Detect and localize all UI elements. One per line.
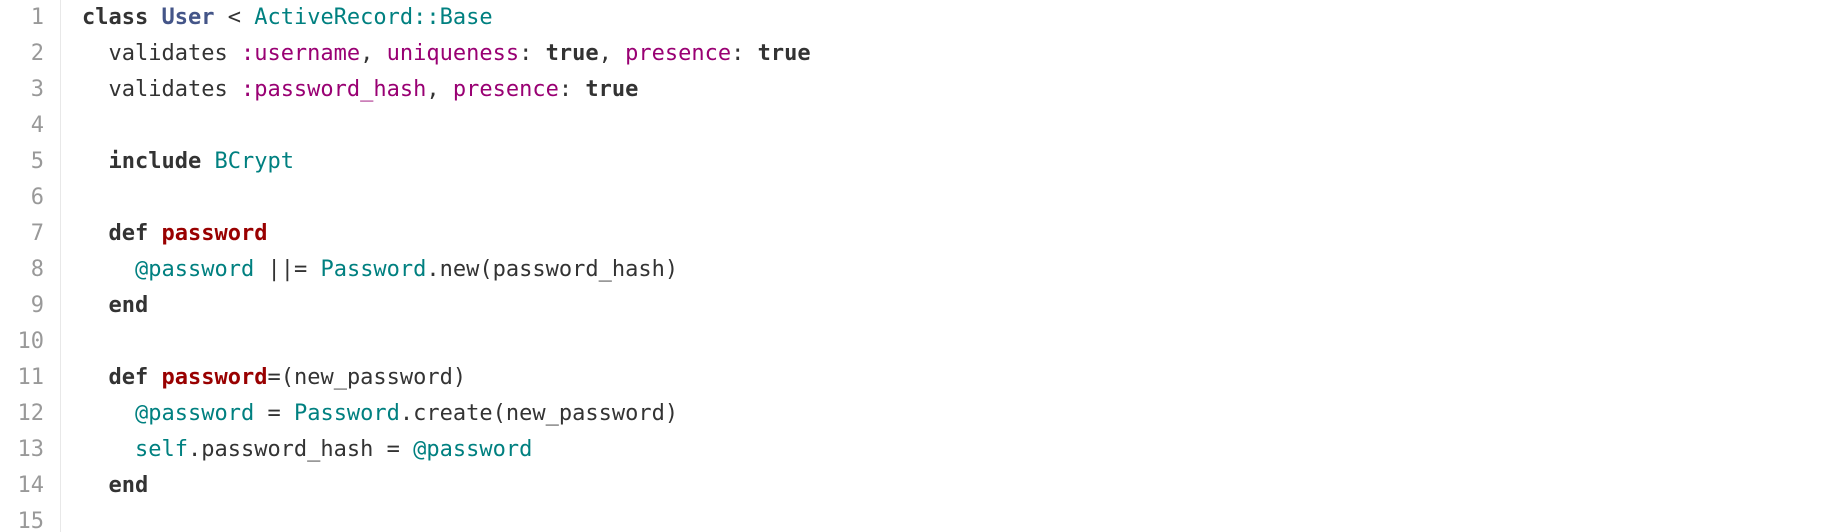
- line-number: 5: [30, 149, 44, 174]
- line-source: class User < ActiveRecord::Base: [82, 0, 493, 36]
- symbol-token: :username: [240, 41, 361, 66]
- line-number: 7: [30, 221, 44, 246]
- instance-variable-token: @password: [134, 401, 255, 426]
- code-line[interactable]: 15: [0, 504, 1836, 532]
- code-text-token: ,: [360, 41, 387, 66]
- line-number: 6: [30, 185, 44, 210]
- keyword-token: class: [82, 5, 149, 30]
- code-text-token: .password_hash =: [187, 437, 414, 462]
- symbol-token: presence: [625, 41, 732, 66]
- code-text-token: validates: [82, 77, 241, 102]
- boolean-token: true: [585, 77, 639, 102]
- line-source: self.password_hash = @password: [82, 432, 532, 468]
- line-source: include BCrypt: [82, 144, 294, 180]
- keyword-token: end: [108, 473, 149, 498]
- code-area[interactable]: 1 class User < ActiveRecord::Base 2 valida…: [0, 0, 1836, 532]
- keyword-token: end: [108, 293, 149, 318]
- code-line[interactable]: 13 self.password_hash = @password: [0, 432, 1836, 468]
- code-line[interactable]: 2 validates :username, uniqueness: true,…: [0, 36, 1836, 72]
- code-line[interactable]: 9 end: [0, 288, 1836, 324]
- keyword-token: def: [108, 365, 149, 390]
- line-number: 10: [17, 329, 45, 354]
- line-source: validates :password_hash, presence: true: [82, 72, 638, 108]
- constant-token: self: [134, 437, 188, 462]
- code-line[interactable]: 3 validates :password_hash, presence: tr…: [0, 72, 1836, 108]
- function-name-token: password: [161, 221, 268, 246]
- line-number: 15: [17, 509, 45, 532]
- line-number: 14: [17, 473, 45, 498]
- code-text-token: :: [731, 41, 758, 66]
- class-name-token: User: [161, 5, 215, 30]
- boolean-token: true: [757, 41, 811, 66]
- code-line[interactable]: 12 @password = Password.create(new_passw…: [0, 396, 1836, 432]
- line-source: @password ||= Password.new(password_hash…: [82, 252, 678, 288]
- code-line[interactable]: 6: [0, 180, 1836, 216]
- line-source: end: [82, 468, 149, 504]
- code-line[interactable]: 8 @password ||= Password.new(password_ha…: [0, 252, 1836, 288]
- line-number: 11: [17, 365, 45, 390]
- symbol-token: uniqueness: [386, 41, 520, 66]
- line-source: @password = Password.create(new_password…: [82, 396, 678, 432]
- code-text-token: ,: [426, 77, 453, 102]
- operator-token: <: [227, 5, 241, 30]
- constant-token: Password: [320, 257, 427, 282]
- code-text-token: .new(password_hash): [426, 257, 679, 282]
- code-editor[interactable]: 1 class User < ActiveRecord::Base 2 valida…: [0, 0, 1836, 532]
- line-source: def password: [82, 216, 268, 252]
- boolean-token: true: [545, 41, 599, 66]
- line-number: 8: [30, 257, 44, 282]
- symbol-token: presence: [452, 77, 559, 102]
- code-line[interactable]: 7 def password: [0, 216, 1836, 252]
- line-number: 9: [30, 293, 44, 318]
- symbol-token: :password_hash: [240, 77, 427, 102]
- code-line[interactable]: 1 class User < ActiveRecord::Base: [0, 0, 1836, 36]
- code-line[interactable]: 11 def password=(new_password): [0, 360, 1836, 396]
- keyword-token: def: [108, 221, 149, 246]
- function-name-token: password: [161, 365, 268, 390]
- line-number: 12: [17, 401, 45, 426]
- code-text-token: ,: [598, 41, 626, 66]
- code-text-token: validates: [82, 41, 241, 66]
- instance-variable-token: @password: [134, 257, 255, 282]
- line-source: end: [82, 288, 149, 324]
- code-line[interactable]: 5 include BCrypt: [0, 144, 1836, 180]
- code-text-token: :: [558, 77, 586, 102]
- line-number: 2: [30, 41, 44, 66]
- code-line[interactable]: 10: [0, 324, 1836, 360]
- instance-variable-token: @password: [413, 437, 533, 462]
- code-text-token: =(new_password): [267, 365, 467, 390]
- line-number: 1: [30, 5, 44, 30]
- constant-token: ActiveRecord::Base: [254, 5, 493, 30]
- line-source: def password=(new_password): [82, 360, 467, 396]
- constant-token: Password: [293, 401, 400, 426]
- code-text-token: :: [519, 41, 546, 66]
- line-number: 3: [30, 77, 44, 102]
- constant-token: BCrypt: [214, 149, 294, 174]
- keyword-token: include: [108, 149, 202, 174]
- line-number: 4: [30, 113, 44, 138]
- code-text-token: =: [254, 401, 294, 426]
- line-source: validates :username, uniqueness: true, p…: [82, 36, 811, 72]
- code-line[interactable]: 14 end: [0, 468, 1836, 504]
- line-number: 13: [17, 437, 45, 462]
- code-line[interactable]: 4: [0, 108, 1836, 144]
- operator-token: ||=: [267, 257, 308, 282]
- code-text-token: .create(new_password): [399, 401, 679, 426]
